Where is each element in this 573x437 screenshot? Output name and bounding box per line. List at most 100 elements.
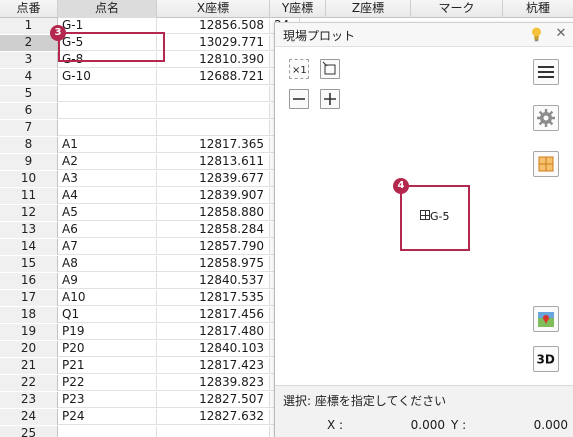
row-number-cell[interactable]: 2: [0, 35, 58, 51]
row-number-cell[interactable]: 4: [0, 69, 58, 85]
x-coord-cell[interactable]: 12817.456: [157, 307, 270, 323]
x-coord-cell[interactable]: [157, 120, 270, 136]
row-number-cell[interactable]: 17: [0, 290, 58, 306]
survey-point-marker-icon[interactable]: [420, 210, 430, 220]
name-cell[interactable]: A6: [58, 222, 157, 238]
name-cell[interactable]: P22: [58, 375, 157, 391]
x-coord-cell[interactable]: 12839.907: [157, 188, 270, 204]
row-number-cell[interactable]: 16: [0, 273, 58, 289]
panel-title: 現場プロット: [283, 29, 356, 43]
x-coord-cell[interactable]: 12827.632: [157, 409, 270, 425]
row-number-cell[interactable]: 24: [0, 409, 58, 425]
row-number-cell[interactable]: 22: [0, 375, 58, 391]
svg-text:×1: ×1: [292, 65, 307, 76]
header-y[interactable]: Y座標: [270, 0, 326, 18]
name-cell[interactable]: A10: [58, 290, 157, 306]
row-number-cell[interactable]: 12: [0, 205, 58, 221]
row-number-cell[interactable]: 9: [0, 154, 58, 170]
row-number-cell[interactable]: 11: [0, 188, 58, 204]
row-number-cell[interactable]: 25: [0, 426, 58, 437]
x-coord-cell[interactable]: [157, 103, 270, 119]
table-header: 点番 点名 X座標 Y座標 Z座標 マーク 杭種: [0, 0, 573, 18]
x-coord-cell[interactable]: 12827.507: [157, 392, 270, 408]
row-number-cell[interactable]: 10: [0, 171, 58, 187]
x-coord-cell[interactable]: 12856.508: [157, 18, 270, 34]
x-coord-cell[interactable]: [157, 86, 270, 102]
header-mark[interactable]: マーク: [411, 0, 503, 18]
name-cell[interactable]: A7: [58, 239, 157, 255]
header-stake[interactable]: 杭種: [503, 0, 573, 18]
menu-icon[interactable]: [533, 59, 559, 85]
row-number-cell[interactable]: 14: [0, 239, 58, 255]
name-cell[interactable]: A4: [58, 188, 157, 204]
name-cell[interactable]: P19: [58, 324, 157, 340]
close-icon[interactable]: ✕: [553, 25, 569, 43]
name-cell[interactable]: [58, 120, 157, 136]
zoom-in-icon[interactable]: [320, 89, 340, 109]
x-coord-cell[interactable]: 12840.537: [157, 273, 270, 289]
x-coord-cell[interactable]: 12839.677: [157, 171, 270, 187]
name-cell[interactable]: Q1: [58, 307, 157, 323]
zoom-out-icon[interactable]: [289, 89, 309, 109]
row-number-cell[interactable]: 7: [0, 120, 58, 136]
name-cell[interactable]: P20: [58, 341, 157, 357]
y-coord-label: Y :: [451, 418, 467, 432]
name-cell[interactable]: P23: [58, 392, 157, 408]
zoom-x1-icon[interactable]: ×1: [289, 59, 309, 79]
panel-status-bar: 選択: 座標を指定してください X : 0.000 Y : 0.000: [275, 385, 573, 437]
x-coord-cell[interactable]: 12817.535: [157, 290, 270, 306]
name-cell[interactable]: A9: [58, 273, 157, 289]
plot-point-label[interactable]: G-5: [430, 210, 450, 223]
map-icon[interactable]: [533, 306, 559, 332]
lightbulb-icon[interactable]: [531, 27, 542, 42]
x-coord-cell[interactable]: 12857.790: [157, 239, 270, 255]
name-cell[interactable]: A8: [58, 256, 157, 272]
name-cell[interactable]: G-10: [58, 69, 157, 85]
name-cell[interactable]: [58, 426, 157, 437]
header-name[interactable]: 点名: [58, 0, 157, 18]
header-row-no[interactable]: 点番: [0, 0, 58, 18]
x-coord-cell[interactable]: 12858.284: [157, 222, 270, 238]
name-cell[interactable]: [58, 86, 157, 102]
x-coord-cell[interactable]: [157, 426, 270, 437]
layer-grid-icon[interactable]: [533, 151, 559, 177]
name-cell[interactable]: P21: [58, 358, 157, 374]
row-number-cell[interactable]: 18: [0, 307, 58, 323]
row-number-cell[interactable]: 23: [0, 392, 58, 408]
name-cell[interactable]: A5: [58, 205, 157, 221]
callout-badge-4: 4: [393, 178, 409, 194]
3d-view-icon[interactable]: 3D: [533, 346, 559, 372]
y-coord-value: 0.000: [533, 418, 568, 432]
gear-icon[interactable]: [533, 105, 559, 131]
x-coord-cell[interactable]: 12817.365: [157, 137, 270, 153]
row-number-cell[interactable]: 20: [0, 341, 58, 357]
name-cell[interactable]: A2: [58, 154, 157, 170]
row-number-cell[interactable]: 15: [0, 256, 58, 272]
name-cell[interactable]: [58, 103, 157, 119]
panel-titlebar[interactable]: 現場プロット ✕: [275, 23, 573, 47]
x-coord-cell[interactable]: 12817.423: [157, 358, 270, 374]
x-coord-cell[interactable]: 12839.823: [157, 375, 270, 391]
x-coord-cell[interactable]: 13029.771: [157, 35, 270, 51]
x-coord-cell[interactable]: 12817.480: [157, 324, 270, 340]
x-coord-cell[interactable]: 12858.975: [157, 256, 270, 272]
header-z[interactable]: Z座標: [326, 0, 411, 18]
x-coord-label: X :: [327, 418, 344, 432]
x-coord-cell[interactable]: 12688.721: [157, 69, 270, 85]
row-number-cell[interactable]: 3: [0, 52, 58, 68]
zoom-window-icon[interactable]: [320, 59, 340, 79]
row-number-cell[interactable]: 19: [0, 324, 58, 340]
x-coord-cell[interactable]: 12858.880: [157, 205, 270, 221]
x-coord-cell[interactable]: 12810.390: [157, 52, 270, 68]
x-coord-cell[interactable]: 12813.611: [157, 154, 270, 170]
row-number-cell[interactable]: 6: [0, 103, 58, 119]
name-cell[interactable]: P24: [58, 409, 157, 425]
row-number-cell[interactable]: 13: [0, 222, 58, 238]
header-x[interactable]: X座標: [157, 0, 270, 18]
row-number-cell[interactable]: 21: [0, 358, 58, 374]
row-number-cell[interactable]: 5: [0, 86, 58, 102]
name-cell[interactable]: A1: [58, 137, 157, 153]
x-coord-cell[interactable]: 12840.103: [157, 341, 270, 357]
name-cell[interactable]: A3: [58, 171, 157, 187]
row-number-cell[interactable]: 8: [0, 137, 58, 153]
